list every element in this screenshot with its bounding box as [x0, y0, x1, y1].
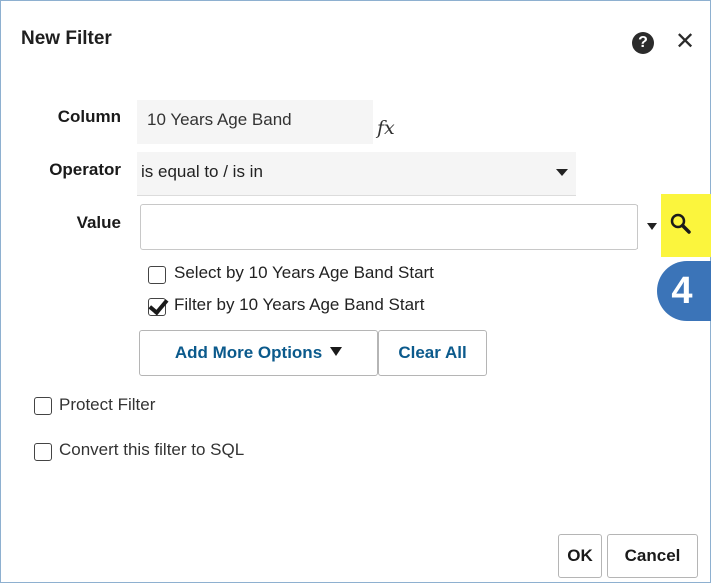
convert-sql-label: Convert this filter to SQL — [59, 440, 245, 459]
column-field: 10 Years Age Band — [137, 100, 373, 144]
value-label: Value — [76, 213, 121, 232]
value-input-divider — [637, 205, 638, 249]
value-input[interactable] — [140, 204, 638, 250]
dialog-title: New Filter — [21, 28, 112, 49]
add-more-options-button[interactable]: Add More Options — [139, 330, 378, 376]
filter-by-label: Filter by 10 Years Age Band Start — [174, 295, 425, 314]
select-by-label: Select by 10 Years Age Band Start — [174, 263, 434, 282]
fx-icon[interactable]: fx — [377, 117, 403, 143]
column-label: Column — [57, 107, 121, 126]
value-dropdown-icon[interactable] — [647, 223, 657, 230]
add-more-options-label: Add More Options — [174, 343, 323, 362]
filter-by-checkbox[interactable] — [148, 298, 166, 316]
close-icon[interactable]: ✕ — [673, 28, 697, 56]
operator-dropdown-icon[interactable] — [556, 169, 568, 176]
step-number-badge: 4 — [657, 261, 711, 321]
protect-filter-checkbox[interactable] — [34, 397, 52, 415]
operator-label: Operator — [49, 160, 121, 179]
select-by-checkbox[interactable] — [148, 266, 166, 284]
help-icon[interactable]: ? — [632, 32, 654, 54]
protect-filter-label: Protect Filter — [59, 395, 156, 414]
search-icon[interactable] — [668, 211, 694, 237]
operator-select[interactable]: is equal to / is in — [137, 152, 576, 196]
convert-sql-checkbox[interactable] — [34, 443, 52, 461]
ok-button[interactable]: OK — [558, 534, 602, 578]
clear-all-button[interactable]: Clear All — [378, 330, 487, 376]
new-filter-dialog: New Filter ? ✕ Column 10 Years Age Band … — [0, 0, 711, 583]
caret-down-icon — [330, 347, 343, 356]
cancel-button[interactable]: Cancel — [607, 534, 698, 578]
